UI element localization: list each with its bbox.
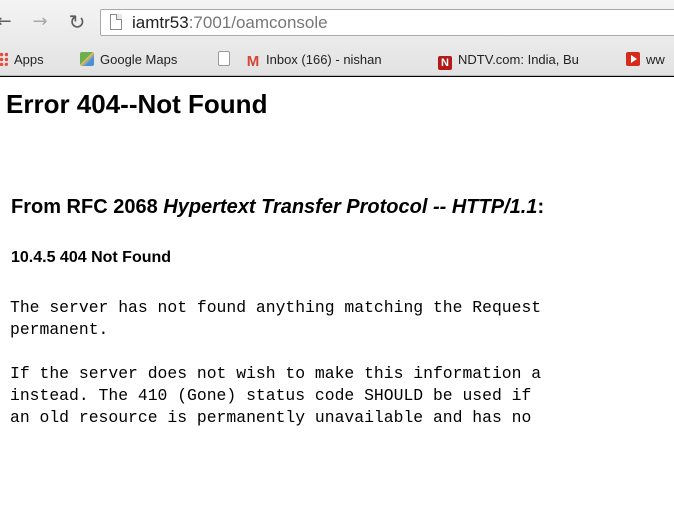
blank-page-icon <box>218 51 230 66</box>
gmail-icon: M <box>246 53 260 70</box>
bookmark-label: Apps <box>14 52 44 67</box>
youtube-icon <box>626 52 640 66</box>
rfc-suffix: : <box>537 196 545 218</box>
rfc-title: Hypertext Transfer Protocol -- HTTP/1.1 <box>163 196 538 218</box>
url-text[interactable]: iamtr53:7001/oamconsole <box>132 13 328 33</box>
google-maps-icon <box>80 52 94 66</box>
rfc-prefix: From RFC 2068 <box>11 196 164 218</box>
paragraph-1: The server has not found anything matchi… <box>10 297 541 341</box>
paragraph-2-line-3: an old resource is permanently unavailab… <box>10 408 532 427</box>
back-button[interactable]: ← <box>0 11 14 33</box>
navigation-bar: ← → ↻ iamtr53:7001/oamconsole <box>0 0 674 44</box>
bookmark-label: Inbox (166) - nishan <box>266 52 382 67</box>
paragraph-1-line-1: The server has not found anything matchi… <box>10 298 542 317</box>
forward-button[interactable]: → <box>30 11 50 33</box>
page-icon <box>110 14 122 30</box>
bookmark-google-maps[interactable]: Google Maps <box>80 50 177 70</box>
page-content <box>0 77 674 508</box>
bookmark-label: NDTV.com: India, Bu <box>458 52 579 67</box>
paragraph-2-line-1: If the server does not wish to make this… <box>10 364 542 383</box>
bookmarks-bar: Apps Google Maps M Inbox (166) - nishan N… <box>0 48 674 72</box>
bookmark-blank-page[interactable] <box>218 50 236 70</box>
url-host: iamtr53 <box>132 13 189 32</box>
bookmark-apps[interactable]: Apps <box>0 50 44 70</box>
paragraph-2: If the server does not wish to make this… <box>10 363 541 429</box>
page-title: Error 404--Not Found <box>6 89 268 119</box>
reload-button[interactable]: ↻ <box>66 11 88 33</box>
rfc-heading: From RFC 2068 Hypertext Transfer Protoco… <box>11 194 544 220</box>
paragraph-2-line-2: instead. The 410 (Gone) status code SHOU… <box>10 386 532 405</box>
bookmark-youtube[interactable]: ww <box>626 50 665 70</box>
bookmark-label: Google Maps <box>100 52 178 67</box>
bookmark-inbox[interactable]: M Inbox (166) - nishan <box>246 50 382 70</box>
bookmark-ndtv[interactable]: N NDTV.com: India, Bu <box>438 50 579 70</box>
address-bar[interactable]: iamtr53:7001/oamconsole <box>100 9 674 36</box>
section-heading: 10.4.5 404 Not Found <box>11 249 172 266</box>
bookmark-label: ww <box>646 52 665 67</box>
ndtv-icon: N <box>438 56 452 70</box>
paragraph-1-line-2: permanent. <box>10 320 109 339</box>
browser-chrome: ← → ↻ iamtr53:7001/oamconsole Apps Googl… <box>0 0 674 76</box>
url-port-path: :7001/oamconsole <box>188 13 328 32</box>
apps-grid-icon <box>0 52 8 66</box>
